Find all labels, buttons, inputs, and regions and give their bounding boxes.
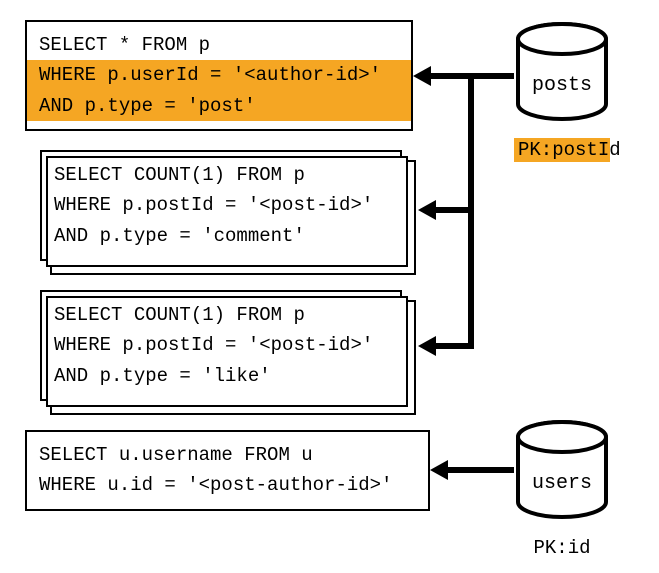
query-box-4: SELECT u.username FROM u WHERE u.id = '<… bbox=[25, 430, 430, 511]
query-line: WHERE u.id = '<post-author-id>' bbox=[39, 474, 392, 496]
query-box-3: SELECT COUNT(1) FROM p WHERE p.postId = … bbox=[40, 290, 402, 401]
query-line: WHERE p.postId = '<post-id>' bbox=[54, 194, 373, 216]
arrow-connector bbox=[468, 73, 514, 79]
query-line: AND p.type = 'comment' bbox=[54, 225, 305, 247]
query-line: WHERE p.postId = '<post-id>' bbox=[54, 334, 373, 356]
pk-label: PK:postId bbox=[514, 138, 610, 162]
cylinder-icon bbox=[514, 22, 610, 122]
database-label: users bbox=[514, 472, 610, 495]
arrow-connector bbox=[432, 207, 471, 213]
query-box-1: SELECT * FROM p WHERE p.userId = '<autho… bbox=[25, 20, 413, 131]
database-label: posts bbox=[514, 74, 610, 97]
arrow-head-icon bbox=[418, 200, 436, 220]
query-line: AND p.type = 'like' bbox=[54, 365, 271, 387]
query-line: SELECT COUNT(1) FROM p bbox=[54, 164, 305, 186]
query-line: SELECT COUNT(1) FROM p bbox=[54, 304, 305, 326]
arrow-head-icon bbox=[418, 336, 436, 356]
query-line: SELECT * FROM p bbox=[39, 34, 210, 56]
query-line-highlight: AND p.type = 'post' bbox=[27, 91, 411, 121]
arrow-head-icon bbox=[413, 66, 431, 86]
pk-label: PK:id bbox=[514, 536, 610, 560]
query-line: SELECT u.username FROM u bbox=[39, 444, 313, 466]
cylinder-icon bbox=[514, 420, 610, 520]
arrow-head-icon bbox=[430, 460, 448, 480]
arrow-connector bbox=[444, 467, 514, 473]
arrow-connector bbox=[432, 343, 474, 349]
database-users: users PK:id bbox=[514, 420, 610, 525]
arrow-connector bbox=[427, 73, 471, 79]
query-line-highlight: WHERE p.userId = '<author-id>' bbox=[27, 60, 411, 90]
query-box-2: SELECT COUNT(1) FROM p WHERE p.postId = … bbox=[40, 150, 402, 261]
database-posts: posts PK:postId bbox=[514, 22, 610, 127]
